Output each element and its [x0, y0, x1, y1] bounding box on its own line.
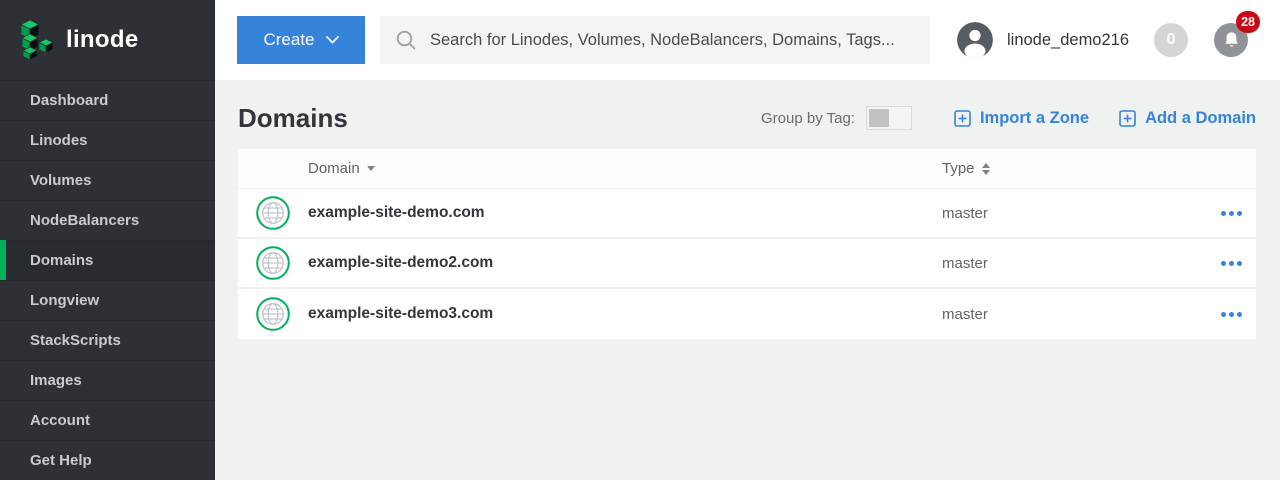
- domain-type: master: [942, 306, 1194, 323]
- globe-icon: [256, 246, 290, 280]
- globe-icon: [256, 196, 290, 230]
- row-icon-cell: [238, 246, 308, 280]
- domain-name-link[interactable]: example-site-demo.com: [308, 204, 942, 222]
- page-controls: Group by Tag: Import a Zone: [761, 106, 1256, 130]
- page-action-label: Add a Domain: [1145, 109, 1256, 128]
- group-by-tag-toggle[interactable]: [866, 106, 912, 130]
- avatar: [957, 22, 993, 58]
- logo-wordmark: linode: [66, 26, 138, 54]
- sidebar-item[interactable]: NodeBalancers: [0, 200, 215, 240]
- user-menu-button[interactable]: linode_demo216: [957, 22, 1129, 58]
- globe-icon: [256, 297, 290, 331]
- ellipsis-icon: [1221, 312, 1226, 317]
- chevron-down-icon: [326, 36, 339, 44]
- plus-square-icon: [1119, 110, 1136, 127]
- sidebar-item-label: Domains: [30, 252, 93, 269]
- sidebar-item[interactable]: Account: [0, 400, 215, 440]
- page-action-links: Import a Zone Add a Domain: [912, 109, 1256, 128]
- table-row[interactable]: example-site-demo2.com master: [238, 239, 1256, 289]
- pending-count-badge[interactable]: 0: [1154, 23, 1188, 57]
- sidebar-item-label: Longview: [30, 292, 99, 309]
- row-icon-cell: [238, 196, 308, 230]
- sidebar-item-label: Dashboard: [30, 92, 108, 109]
- row-actions-cell: [1194, 255, 1256, 272]
- notification-count-badge: 28: [1236, 11, 1260, 33]
- sidebar-item-label: Images: [30, 372, 82, 389]
- bell-icon: [1223, 31, 1240, 49]
- plus-square-icon: [954, 110, 971, 127]
- search-input[interactable]: [417, 16, 930, 64]
- ellipsis-icon: [1221, 211, 1226, 216]
- table-row[interactable]: example-site-demo.com master: [238, 189, 1256, 239]
- row-actions-menu-button[interactable]: [1219, 205, 1244, 222]
- pending-count: 0: [1167, 31, 1176, 49]
- table-body: example-site-demo.com master: [238, 189, 1256, 339]
- row-actions-cell: [1194, 205, 1256, 222]
- sidebar-item[interactable]: Dashboard: [0, 80, 215, 120]
- sidebar-item[interactable]: Volumes: [0, 160, 215, 200]
- column-header-type[interactable]: Type: [942, 160, 1194, 177]
- sidebar-item-label: NodeBalancers: [30, 212, 139, 229]
- search-bar: [380, 16, 930, 64]
- sidebar-item-label: Linodes: [30, 132, 88, 149]
- table-header-row: Domain Type: [238, 149, 1256, 189]
- sidebar-item[interactable]: Get Help: [0, 440, 215, 480]
- ellipsis-icon: [1221, 261, 1226, 266]
- domain-type: master: [942, 205, 1194, 222]
- domain-name-link[interactable]: example-site-demo2.com: [308, 254, 942, 272]
- domains-table: Domain Type: [238, 149, 1256, 339]
- sidebar-item-label: Volumes: [30, 172, 91, 189]
- sidebar-item[interactable]: Domains: [0, 240, 215, 280]
- column-header-domain[interactable]: Domain: [308, 160, 942, 177]
- page-header: Domains Group by Tag: Import a Zone: [238, 101, 1256, 135]
- sidebar: linode Dashboard Linodes Volumes NodeBal…: [0, 0, 215, 480]
- topbar: Create linode_demo216 0: [215, 0, 1280, 80]
- page-action-link[interactable]: Add a Domain: [1119, 109, 1256, 128]
- row-actions-menu-button[interactable]: [1219, 255, 1244, 272]
- sidebar-item[interactable]: Longview: [0, 280, 215, 320]
- page-action-link[interactable]: Import a Zone: [954, 109, 1089, 128]
- create-button[interactable]: Create: [237, 16, 365, 64]
- page-title: Domains: [238, 103, 348, 134]
- sort-both-icon: [982, 163, 990, 175]
- sidebar-item-label: Account: [30, 412, 90, 429]
- sidebar-item[interactable]: Linodes: [0, 120, 215, 160]
- column-header-domain-label: Domain: [308, 160, 360, 177]
- page-action-label: Import a Zone: [980, 109, 1089, 128]
- domain-name-link[interactable]: example-site-demo3.com: [308, 305, 942, 323]
- linode-logo[interactable]: linode: [0, 0, 215, 80]
- domain-type: master: [942, 255, 1194, 272]
- row-actions-cell: [1194, 306, 1256, 323]
- group-by-tag-label: Group by Tag:: [761, 110, 855, 127]
- column-header-type-label: Type: [942, 160, 975, 177]
- sidebar-item-label: Get Help: [30, 452, 92, 469]
- sidebar-item-label: StackScripts: [30, 332, 121, 349]
- row-actions-menu-button[interactable]: [1219, 306, 1244, 323]
- username: linode_demo216: [1007, 31, 1129, 50]
- sidebar-item[interactable]: StackScripts: [0, 320, 215, 360]
- content-area: Domains Group by Tag: Import a Zone: [215, 80, 1280, 480]
- search-icon: [395, 29, 417, 51]
- linode-cubes-icon: [17, 19, 57, 61]
- notifications: 28: [1214, 23, 1248, 57]
- create-button-label: Create: [263, 30, 314, 50]
- sidebar-item[interactable]: Images: [0, 360, 215, 400]
- table-row[interactable]: example-site-demo3.com master: [238, 289, 1256, 339]
- toggle-knob: [869, 109, 889, 127]
- sidebar-nav: Dashboard Linodes Volumes NodeBalancers …: [0, 80, 215, 480]
- sort-desc-icon: [367, 166, 375, 171]
- row-icon-cell: [238, 297, 308, 331]
